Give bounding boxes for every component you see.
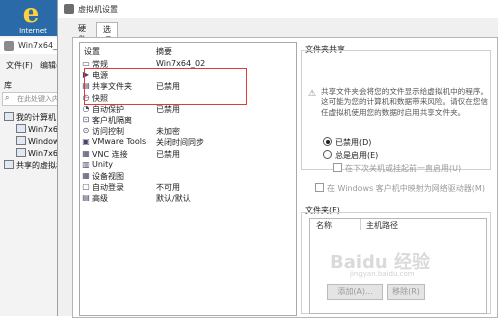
- radio-button-selected: [323, 137, 332, 146]
- setting-name: 访问控制: [92, 127, 124, 137]
- device-view-icon: ▦: [82, 171, 90, 180]
- setting-row[interactable]: ▣ VMware Tools 关闭时间同步: [80, 137, 296, 148]
- setting-row[interactable]: ⊡ 客户机隔离: [80, 115, 296, 126]
- setting-row[interactable]: ▤ 高级 默认/默认: [80, 193, 296, 204]
- setting-row[interactable]: ▢ 自动登录 不可用: [80, 182, 296, 193]
- vmware-icon: [64, 4, 74, 14]
- vm-icon: [16, 124, 26, 133]
- setting-summary: 未加密: [156, 127, 180, 137]
- setting-name: 设备视图: [92, 172, 124, 181]
- setting-summary: 关闭时间同步: [156, 138, 204, 148]
- until-poweroff-checkbox[interactable]: 在下次关机或挂起前一直启用(U): [333, 163, 461, 174]
- setting-summary: Win7x64_02: [156, 59, 206, 68]
- tree-item-vm[interactable]: Win7x6: [16, 124, 58, 134]
- column-name: 名称: [316, 221, 332, 230]
- shared-folder-warning-text: 共享文件夹会将您的文件显示给虚拟机中的程序。这可能为您的计算机和数据带来风险。请…: [321, 87, 489, 117]
- setting-row[interactable]: ▥ Unity: [80, 160, 296, 171]
- list-header: 设置 摘要: [80, 46, 296, 58]
- setting-row[interactable]: ▦ 设备视图: [80, 171, 296, 182]
- search-icon: ⌕: [5, 93, 10, 102]
- setting-summary: 已禁用: [156, 104, 180, 114]
- setting-row[interactable]: ◔ 自动保护 已禁用: [80, 104, 296, 115]
- vmware-icon: [4, 41, 14, 51]
- setting-name: 自动登录: [92, 183, 124, 193]
- radio-always-enabled[interactable]: 总是启用(E): [323, 150, 378, 161]
- add-folder-button[interactable]: 添加(A)...: [327, 284, 383, 300]
- shared-vm-icon: [4, 160, 14, 169]
- checkbox: [333, 163, 342, 172]
- setting-name: VMware Tools: [92, 137, 147, 147]
- tree-item-my-computer[interactable]: 我的计算机: [4, 112, 56, 123]
- setting-name: 客户机隔离: [92, 116, 132, 125]
- tree-item-shared-vms[interactable]: 共享的虚拟机: [4, 160, 64, 171]
- setting-row[interactable]: ⊙ 访问控制 未加密: [80, 126, 296, 137]
- computer-icon: [4, 112, 14, 121]
- setting-name: 高级: [92, 194, 108, 204]
- remove-folder-button[interactable]: 移除(R): [387, 284, 425, 300]
- isolation-icon: ⊡: [82, 115, 90, 124]
- vm-icon: [16, 136, 26, 145]
- watermark-url: jingyan.baidu.com: [350, 270, 415, 278]
- tree-item-vm[interactable]: Window: [16, 136, 60, 146]
- annotation-highlight-box: [84, 68, 247, 105]
- setting-summary: 不可用: [156, 183, 180, 193]
- advanced-icon: ▤: [82, 193, 90, 203]
- setting-name: 自动保护: [92, 104, 124, 114]
- autologin-icon: ▢: [82, 182, 90, 192]
- autoprotect-icon: ◔: [82, 103, 90, 113]
- tree-item-vm[interactable]: Win7x6: [16, 148, 58, 158]
- desktop-icon-label: Internet: [19, 27, 47, 35]
- vmware-tools-icon: ▣: [82, 137, 90, 147]
- monitor-icon: ▭: [82, 59, 90, 68]
- menu-file[interactable]: 文件(F): [6, 60, 33, 71]
- library-label: 库: [4, 81, 12, 90]
- vm-icon: [16, 148, 26, 157]
- warning-icon: ⚠: [307, 89, 317, 99]
- column-separator: [360, 219, 361, 230]
- dialog-title: 虚拟机设置: [78, 5, 118, 14]
- setting-summary: 默认/默认: [156, 194, 191, 204]
- tab-hardware[interactable]: 硬件: [72, 22, 92, 44]
- internet-explorer-icon[interactable]: e: [18, 1, 44, 27]
- vnc-icon: ▦: [82, 148, 90, 158]
- vm-settings-dialog: 虚拟机设置 硬件 选项 设置 摘要 ▭常规Win7x64_02▶电源▤共享文件夹…: [57, 0, 498, 318]
- setting-name: Unity: [92, 159, 114, 169]
- map-network-drive-checkbox[interactable]: 在 Windows 客户机中映射为网络驱动器(M): [315, 183, 485, 194]
- search-placeholder: 在此处键入内: [17, 95, 59, 103]
- setting-row[interactable]: ▦ VNC 连接 已禁用: [80, 149, 296, 160]
- column-host-path: 主机路径: [366, 221, 398, 230]
- setting-summary: 已禁用: [156, 149, 180, 159]
- dialog-titlebar: 虚拟机设置: [58, 0, 498, 18]
- access-control-icon: ⊙: [82, 126, 90, 136]
- column-summary: 摘要: [156, 47, 172, 56]
- radio-disabled[interactable]: 已禁用(D): [323, 137, 371, 148]
- unity-icon: ▥: [82, 159, 90, 169]
- column-setting: 设置: [84, 47, 100, 56]
- checkbox: [315, 183, 324, 192]
- setting-name: VNC 连接: [92, 149, 128, 159]
- radio-button: [323, 150, 332, 159]
- tab-options[interactable]: 选项: [96, 22, 118, 45]
